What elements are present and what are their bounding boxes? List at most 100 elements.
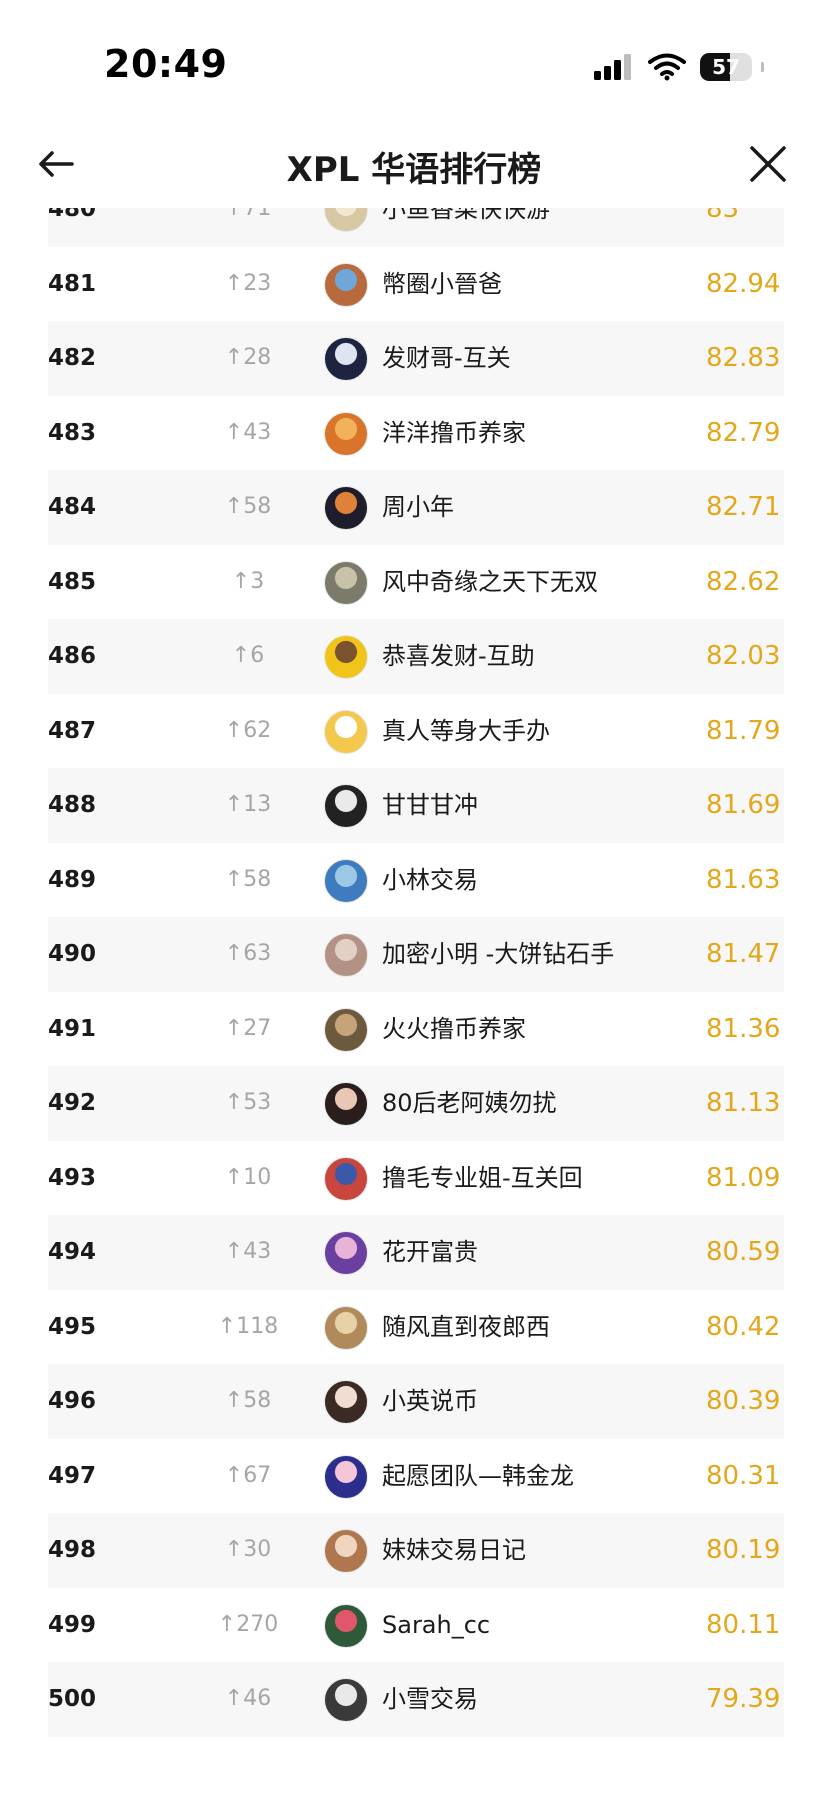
ranking-row[interactable]: 490 ↑63 加密小明 -大饼钻石手 81.47	[48, 917, 784, 992]
avatar[interactable]	[324, 1007, 368, 1052]
score-value: 82.62	[706, 566, 781, 597]
avatar[interactable]	[324, 262, 368, 307]
rank-number: 489	[48, 866, 97, 893]
rank-change: ↑43	[224, 419, 272, 445]
avatar[interactable]	[324, 784, 368, 828]
ranking-row[interactable]: 483 ↑43 洋洋撸币养家 82.79	[48, 396, 784, 471]
user-name[interactable]: Sarah_cc	[382, 1588, 490, 1663]
user-name[interactable]: 发财哥-互关	[382, 321, 511, 396]
score-value: 82.83	[706, 343, 781, 373]
ranking-row[interactable]: 496 ↑58 小英说币 80.39	[48, 1364, 784, 1439]
user-name[interactable]: 甘甘甘冲	[382, 768, 478, 843]
avatar[interactable]	[324, 858, 368, 903]
user-name[interactable]: 火火撸币养家	[382, 992, 526, 1067]
rank-number: 496	[48, 1388, 97, 1414]
ranking-row[interactable]: 487 ↑62 真人等身大手办 81.79	[48, 694, 784, 769]
ranking-row[interactable]: 486 ↑6 恭喜发财-互助 82.03	[48, 619, 784, 694]
ranking-row[interactable]: 495 ↑118 随风直到夜郎西 80.42	[48, 1290, 784, 1365]
avatar[interactable]	[324, 1678, 368, 1722]
user-name[interactable]: 撸毛专业姐-互关回	[382, 1141, 583, 1216]
rank-number: 493	[48, 1164, 97, 1191]
avatar[interactable]	[324, 1305, 368, 1350]
avatar[interactable]	[324, 1529, 368, 1573]
ranking-row[interactable]: 499 ↑270 Sarah_cc 80.11	[48, 1588, 784, 1663]
avatar[interactable]	[324, 560, 368, 605]
ranking-row[interactable]: 480 ↑71 小鱼香菜快快游 83	[48, 208, 784, 247]
ranking-row[interactable]: 500 ↑46 小雪交易 79.39	[48, 1662, 784, 1737]
rank-number: 499	[48, 1611, 97, 1638]
score-value: 81.63	[706, 864, 781, 895]
user-name[interactable]: 洋洋撸币养家	[382, 396, 526, 471]
user-name[interactable]: 妹妹交易日记	[382, 1513, 526, 1588]
ranking-row[interactable]: 484 ↑58 周小年 82.71	[48, 470, 784, 545]
ranking-row[interactable]: 494 ↑43 花开富贵 80.59	[48, 1215, 784, 1290]
rank-number: 495	[48, 1313, 97, 1340]
rank-number: 494	[48, 1239, 97, 1265]
user-name[interactable]: 小鱼香菜快快游	[382, 208, 550, 247]
user-name[interactable]: 真人等身大手办	[382, 694, 550, 769]
avatar[interactable]	[324, 1380, 368, 1424]
rank-change: ↑43	[224, 1239, 272, 1264]
avatar[interactable]	[324, 1156, 368, 1201]
score-value: 80.39	[706, 1386, 781, 1416]
avatar[interactable]	[324, 1454, 368, 1499]
avatar[interactable]	[324, 709, 368, 754]
user-name[interactable]: 周小年	[382, 470, 454, 545]
user-name[interactable]: 花开富贵	[382, 1215, 478, 1290]
avatar[interactable]	[324, 411, 368, 456]
status-time: 20:49	[104, 42, 228, 86]
ranking-row[interactable]: 485 ↑3 风中奇缘之天下无双 82.62	[48, 545, 784, 620]
nav-header: XPL 华语排行榜	[0, 120, 828, 208]
rank-change: ↑10	[224, 1164, 272, 1190]
rank-change: ↑67	[224, 1462, 272, 1488]
user-name[interactable]: 小雪交易	[382, 1662, 478, 1737]
rank-change: ↑27	[224, 1015, 272, 1041]
ranking-row[interactable]: 491 ↑27 火火撸币养家 81.36	[48, 992, 784, 1067]
status-icons: 57	[594, 50, 764, 84]
user-name[interactable]: 随风直到夜郎西	[382, 1290, 550, 1365]
status-bar: 20:49 57	[0, 0, 828, 120]
avatar[interactable]	[324, 933, 368, 977]
score-value: 81.09	[706, 1162, 781, 1193]
user-name[interactable]: 幣圈小晉爸	[382, 247, 502, 322]
rank-change: ↑270	[217, 1611, 279, 1637]
user-name[interactable]: 小英说币	[382, 1364, 478, 1439]
ranking-row[interactable]: 493 ↑10 撸毛专业姐-互关回 81.09	[48, 1141, 784, 1216]
rank-change: ↑28	[224, 345, 272, 370]
battery-level: 57	[712, 55, 740, 79]
rank-number: 485	[48, 568, 97, 595]
avatar[interactable]	[324, 1231, 368, 1275]
ranking-row[interactable]: 489 ↑58 小林交易 81.63	[48, 843, 784, 918]
user-name[interactable]: 恭喜发财-互助	[382, 619, 535, 694]
ranking-row[interactable]: 488 ↑13 甘甘甘冲 81.69	[48, 768, 784, 843]
user-name[interactable]: 风中奇缘之天下无双	[382, 545, 598, 620]
avatar[interactable]	[324, 486, 368, 530]
score-value: 80.11	[706, 1609, 781, 1640]
score-value: 80.59	[706, 1237, 781, 1267]
rank-change: ↑63	[224, 941, 272, 966]
rank-number: 497	[48, 1462, 97, 1489]
ranking-row[interactable]: 481 ↑23 幣圈小晉爸 82.94	[48, 247, 784, 322]
score-value: 80.31	[706, 1460, 781, 1491]
avatar[interactable]	[324, 1082, 368, 1126]
avatar[interactable]	[324, 1603, 368, 1648]
user-name[interactable]: 加密小明 -大饼钻石手	[382, 917, 614, 992]
rank-number: 500	[48, 1686, 97, 1712]
rank-change: ↑58	[224, 494, 272, 519]
score-value: 82.79	[706, 417, 781, 448]
ranking-row[interactable]: 492 ↑53 80后老阿姨勿扰 81.13	[48, 1066, 784, 1141]
ranking-row[interactable]: 498 ↑30 妹妹交易日记 80.19	[48, 1513, 784, 1588]
ranking-row[interactable]: 497 ↑67 起愿团队—韩金龙 80.31	[48, 1439, 784, 1514]
close-button[interactable]	[746, 142, 790, 186]
user-name[interactable]: 小林交易	[382, 843, 478, 918]
rank-change: ↑58	[224, 1388, 272, 1413]
ranking-list[interactable]: 480 ↑71 小鱼香菜快快游 83 481 ↑23 幣圈小晉爸 82.94 482 ↑28 发财哥…	[48, 208, 784, 1738]
avatar[interactable]	[324, 208, 368, 232]
avatar[interactable]	[324, 337, 368, 381]
rank-change: ↑6	[231, 643, 265, 668]
user-name[interactable]: 80后老阿姨勿扰	[382, 1066, 557, 1141]
ranking-row[interactable]: 482 ↑28 发财哥-互关 82.83	[48, 321, 784, 396]
rank-change: ↑13	[224, 792, 272, 817]
avatar[interactable]	[324, 635, 368, 679]
user-name[interactable]: 起愿团队—韩金龙	[382, 1439, 574, 1514]
